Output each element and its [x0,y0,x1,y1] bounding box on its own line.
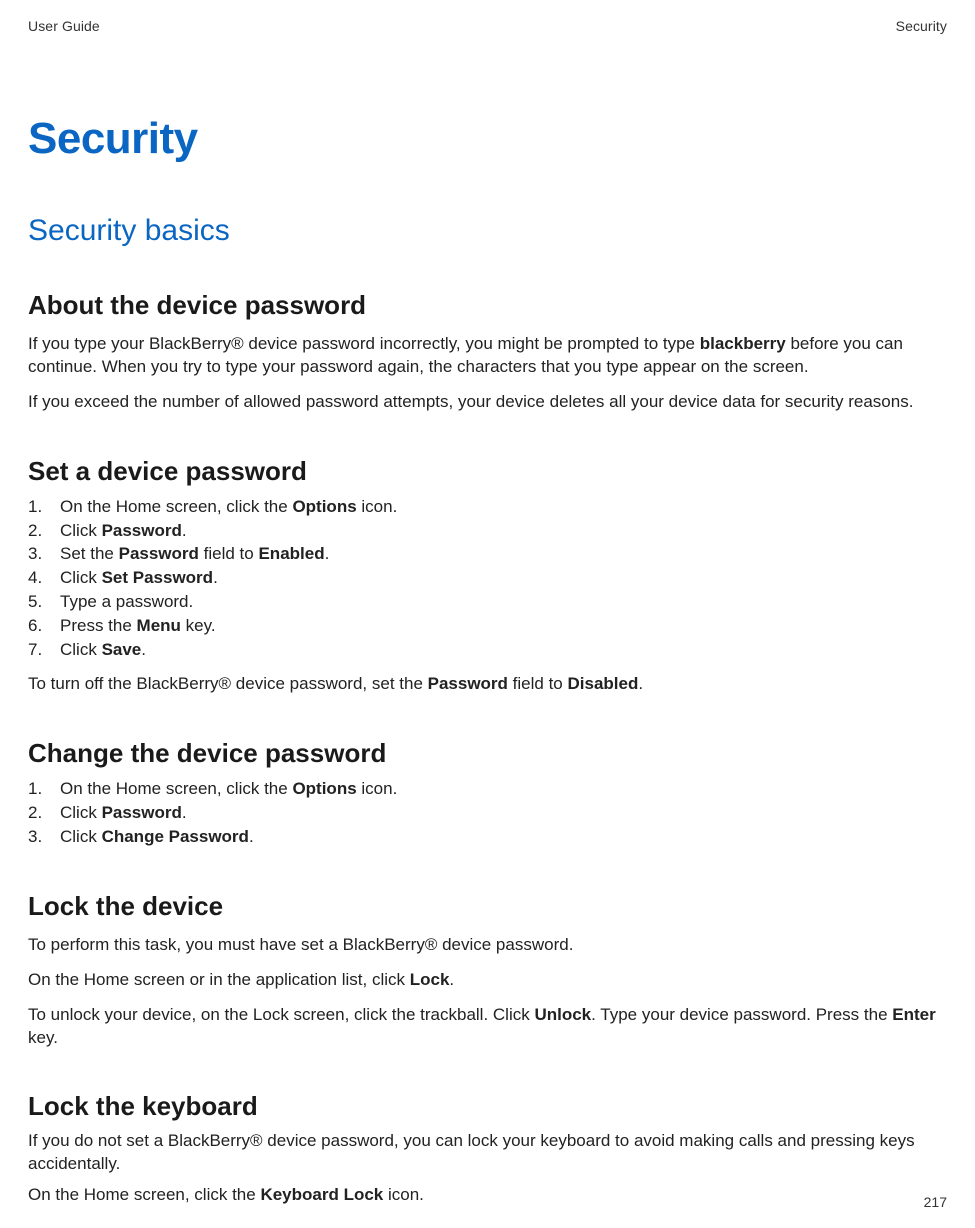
text: . Type your device password. Press the [591,1005,892,1024]
step-list: On the Home screen, click the Options ic… [28,777,947,848]
paragraph: If you do not set a BlackBerry® device p… [28,1130,947,1176]
paragraph: On the Home screen or in the application… [28,969,947,992]
text: Press the [60,616,137,635]
paragraph: If you type your BlackBerry® device pass… [28,333,947,379]
text: icon. [357,779,398,798]
text: Set the [60,544,119,563]
text: On the Home screen, click the [60,779,292,798]
list-item: On the Home screen, click the Options ic… [28,777,947,801]
list-item: On the Home screen, click the Options ic… [28,495,947,519]
text-bold: Password [119,544,199,563]
text: On the Home screen or in the application… [28,970,410,989]
header-left: User Guide [28,18,100,34]
text: key. [28,1028,58,1047]
paragraph: On the Home screen, click the Keyboard L… [28,1184,947,1207]
text: If you type your BlackBerry® device pass… [28,334,700,353]
list-item: Click Set Password. [28,566,947,590]
page-title: Security [28,114,947,164]
text: . [141,640,146,659]
text-bold: Options [292,779,356,798]
text: Click [60,568,102,587]
text: icon. [357,497,398,516]
heading-lock-keyboard: Lock the keyboard [28,1091,947,1122]
text-bold: Keyboard Lock [260,1185,383,1204]
text-bold: Password [102,803,182,822]
text: Click [60,803,102,822]
list-item: Click Password. [28,519,947,543]
text: . [182,803,187,822]
paragraph: If you exceed the number of allowed pass… [28,391,947,414]
text: icon. [383,1185,424,1204]
list-item: Type a password. [28,590,947,614]
text-bold: Enabled [258,544,324,563]
heading-lock-device: Lock the device [28,891,947,922]
heading-set-device-password: Set a device password [28,456,947,487]
paragraph: To perform this task, you must have set … [28,934,947,957]
text: . [213,568,218,587]
text-bold: Unlock [534,1005,591,1024]
text: field to [508,674,568,693]
text-bold: blackberry [700,334,786,353]
text-bold: Change Password [102,827,249,846]
text: . [182,521,187,540]
text: Click [60,521,102,540]
text-bold: Options [292,497,356,516]
text: To turn off the BlackBerry® device passw… [28,674,428,693]
text-bold: Password [102,521,182,540]
text: Click [60,827,102,846]
text-bold: Set Password [102,568,214,587]
text: To unlock your device, on the Lock scree… [28,1005,534,1024]
text: . [449,970,454,989]
text-bold: Password [428,674,508,693]
text-bold: Enter [892,1005,935,1024]
step-list: On the Home screen, click the Options ic… [28,495,947,662]
running-header: User Guide Security [28,18,947,34]
page-number: 217 [924,1194,947,1210]
text: . [638,674,643,693]
text: field to [199,544,259,563]
text-bold: Menu [137,616,181,635]
section-security-basics: Security basics [28,214,947,248]
list-item: Press the Menu key. [28,614,947,638]
text: Click [60,640,102,659]
text-bold: Save [102,640,142,659]
text: key. [181,616,216,635]
list-item: Click Change Password. [28,825,947,849]
paragraph: To unlock your device, on the Lock scree… [28,1004,947,1050]
list-item: Click Password. [28,801,947,825]
paragraph: To turn off the BlackBerry® device passw… [28,673,947,696]
list-item: Set the Password field to Enabled. [28,542,947,566]
text: On the Home screen, click the [28,1185,260,1204]
text: Type a password. [60,592,193,611]
text-bold: Disabled [567,674,638,693]
text: . [325,544,330,563]
heading-about-device-password: About the device password [28,290,947,321]
text-bold: Lock [410,970,450,989]
text: On the Home screen, click the [60,497,292,516]
list-item: Click Save. [28,638,947,662]
header-right: Security [896,18,947,34]
text: . [249,827,254,846]
heading-change-device-password: Change the device password [28,738,947,769]
